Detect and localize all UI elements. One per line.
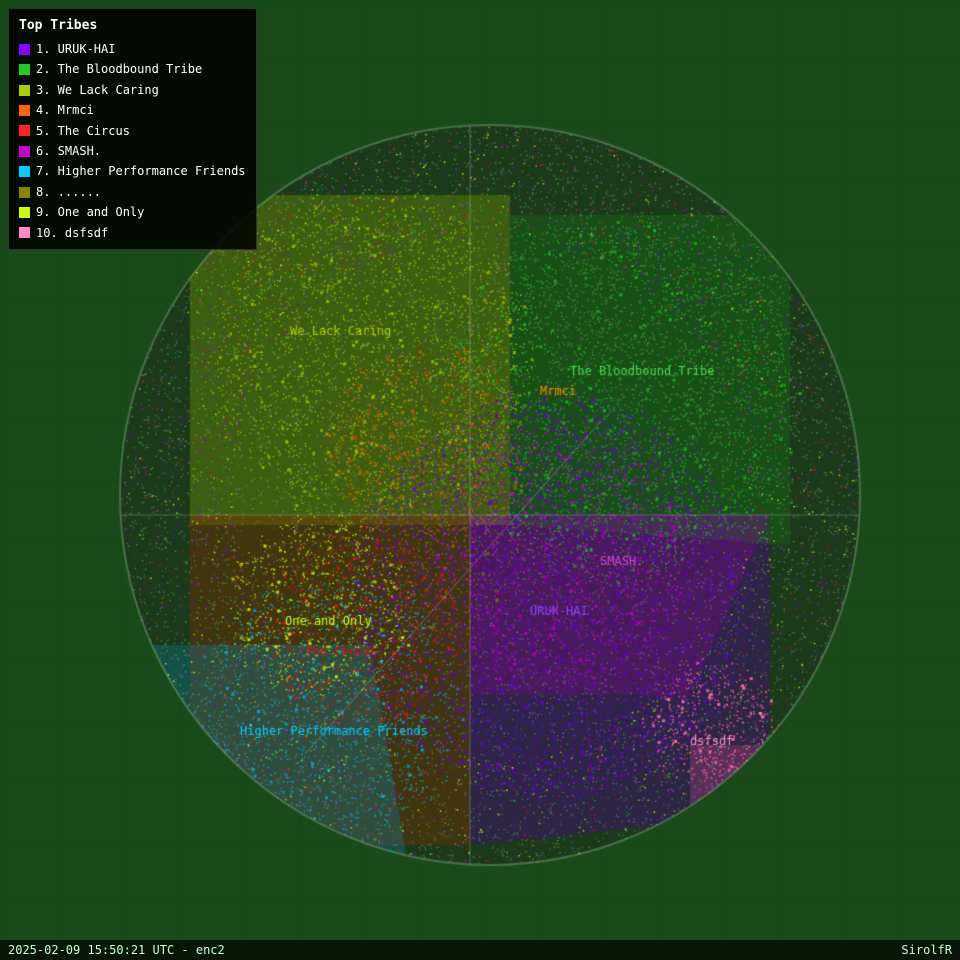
legend-item: 9. One and Only [19, 202, 246, 222]
bottom-bar: 2025-02-09 15:50:21 UTC - enc2 SirolfR [0, 940, 960, 960]
legend-panel: Top Tribes 1. URUK-HAI2. The Bloodbound … [8, 8, 257, 250]
legend-item: 6. SMASH. [19, 141, 246, 161]
legend-items: 1. URUK-HAI2. The Bloodbound Tribe3. We … [19, 39, 246, 243]
legend-item: 5. The Circus [19, 121, 246, 141]
legend-item: 3. We Lack Caring [19, 80, 246, 100]
legend-item: 10. dsfsdf [19, 223, 246, 243]
legend-item: 4. Mrmci [19, 100, 246, 120]
legend-item: 2. The Bloodbound Tribe [19, 59, 246, 79]
legend-item: 8. ...... [19, 182, 246, 202]
legend-item: 7. Higher Performance Friends [19, 161, 246, 181]
timestamp: 2025-02-09 15:50:21 UTC - enc2 [8, 943, 225, 957]
legend-title: Top Tribes [19, 15, 246, 37]
legend-item: 1. URUK-HAI [19, 39, 246, 59]
username: SirolfR [901, 943, 952, 957]
